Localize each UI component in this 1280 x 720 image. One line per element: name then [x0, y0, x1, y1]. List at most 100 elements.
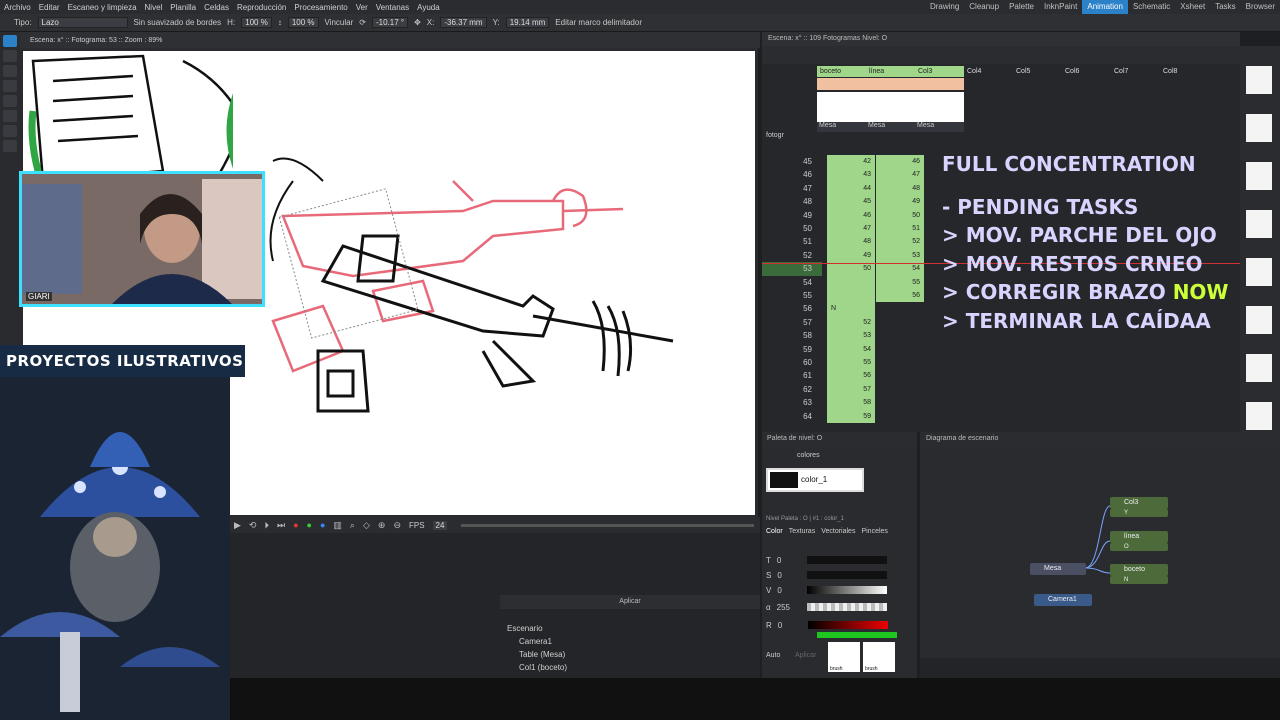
tree-item-table[interactable]: Table (Mesa)	[495, 648, 760, 661]
xsheet-cell[interactable]: 58	[827, 396, 875, 410]
brush-preset-1[interactable]: brush	[828, 642, 860, 672]
xsheet-cell[interactable]: 54	[876, 262, 924, 276]
tree-item-col1[interactable]: Col1 (boceto)	[495, 661, 760, 674]
level-thumbnail[interactable]	[1246, 306, 1272, 334]
frame-number[interactable]: 48	[762, 195, 822, 208]
brush-preset-2[interactable]: brush	[863, 642, 895, 672]
level-thumbnail[interactable]	[1246, 354, 1272, 382]
frame-number[interactable]: 58	[762, 329, 822, 342]
frame-number[interactable]: 61	[762, 369, 822, 382]
xsheet-cell[interactable]: 43	[827, 168, 875, 182]
frame-number[interactable]: 55	[762, 289, 822, 302]
eraser-tool-icon[interactable]	[3, 95, 17, 107]
xsheet-cell[interactable]: 50	[876, 208, 924, 222]
blue-channel-icon[interactable]: ●	[320, 520, 325, 530]
xsheet-column-header[interactable]: Col7	[1111, 66, 1160, 144]
fps-slider[interactable]	[461, 523, 754, 527]
channel-value[interactable]: 255	[777, 603, 801, 612]
xsheet-cell[interactable]: 55	[827, 356, 875, 370]
tree-item-camera[interactable]: Camera1	[495, 635, 760, 648]
xsheet-cell[interactable]: 47	[876, 168, 924, 182]
xsheet-cell[interactable]: 46	[876, 155, 924, 169]
menu-item[interactable]: Ventanas	[372, 3, 413, 12]
channel-value[interactable]: 0	[777, 571, 801, 580]
menu-item[interactable]: Reproducción	[233, 3, 290, 12]
xsheet-cell[interactable]: 49	[876, 195, 924, 209]
marker-icon[interactable]: ◇	[363, 520, 370, 531]
column-toggles[interactable]	[915, 78, 964, 90]
xsheet-column-header[interactable]: Col3 Mesa	[915, 66, 964, 144]
green-channel-icon[interactable]: ●	[307, 520, 312, 530]
xsheet-cell[interactable]: 48	[876, 181, 924, 196]
xsheet-cell[interactable]: 44	[827, 181, 875, 196]
loop-icon[interactable]: ⟲	[249, 520, 257, 531]
schematic-panel[interactable]: Col3 Y línea O boceto N Mesa Camera1	[920, 446, 1280, 658]
room-tab[interactable]: Animation	[1082, 0, 1128, 14]
brush-tool-icon[interactable]	[3, 50, 17, 62]
xsheet-cell[interactable]: 49	[827, 248, 875, 263]
v-scale-field[interactable]: 100 %	[287, 17, 319, 28]
xsheet-cell[interactable]: 45	[827, 195, 875, 209]
rotation-field[interactable]: -10.17 °	[371, 17, 409, 28]
xsheet-column-header[interactable]: Col5	[1013, 66, 1062, 144]
xsheet-column-header[interactable]: boceto Mesa	[817, 66, 866, 144]
next-frame-icon[interactable]: ⏵	[264, 520, 269, 531]
fps-field[interactable]: 24	[432, 520, 448, 530]
menu-item[interactable]: Ayuda	[413, 3, 444, 12]
xsheet-cell[interactable]: 56	[827, 369, 875, 383]
fill-tool-icon[interactable]	[3, 80, 17, 92]
xsheet-cell[interactable]: 48	[827, 235, 875, 249]
apply-button[interactable]: Aplicar	[500, 595, 760, 609]
column-toggles[interactable]	[866, 78, 915, 90]
style-chip[interactable]: color_1	[766, 468, 864, 492]
xsheet-cell[interactable]	[827, 275, 875, 289]
auto-toggle[interactable]: Auto	[766, 652, 780, 659]
frame-number[interactable]: 53	[762, 262, 822, 276]
channel-value[interactable]: 0	[778, 621, 802, 630]
zoom-icon[interactable]: ⌕	[350, 520, 355, 531]
menu-item[interactable]: Editar	[35, 3, 64, 12]
channel-slider[interactable]	[806, 603, 887, 611]
menu-item[interactable]: Celdas	[200, 3, 233, 12]
frame-number[interactable]: 56	[762, 302, 822, 315]
frame-number[interactable]: 64	[762, 410, 822, 423]
frame-number[interactable]: 52	[762, 249, 822, 262]
level-thumbnail[interactable]	[1246, 114, 1272, 142]
node-boceto[interactable]: boceto	[1110, 564, 1168, 576]
frame-number[interactable]: 63	[762, 396, 822, 409]
menu-item[interactable]: Planilla	[166, 3, 200, 12]
xsheet-cell[interactable]: 59	[827, 409, 875, 423]
no-smoothing-checkbox[interactable]: Sin suavizado de bordes	[134, 18, 222, 27]
room-tab[interactable]: Tasks	[1210, 0, 1240, 14]
h-scale-field[interactable]: 100 %	[241, 17, 272, 28]
xsheet-cell[interactable]: 53	[827, 329, 875, 343]
menu-item[interactable]: Archivo	[0, 3, 35, 12]
selection-tool-icon[interactable]	[3, 35, 17, 47]
green-slider[interactable]	[817, 632, 897, 638]
frame-number[interactable]: 47	[762, 182, 822, 195]
xsheet-cell[interactable]: 53	[876, 248, 924, 263]
channel-slider[interactable]	[807, 571, 888, 579]
tab-textures[interactable]: Texturas	[789, 528, 815, 535]
channel-slider[interactable]	[807, 621, 888, 629]
tab-color[interactable]: Color	[766, 528, 783, 535]
tab-brushes[interactable]: Pinceles	[861, 528, 887, 535]
node-linea[interactable]: línea	[1110, 531, 1168, 543]
channel-slider[interactable]	[806, 556, 887, 564]
play-icon[interactable]: ▶	[234, 520, 241, 531]
room-tab[interactable]: Schematic	[1128, 0, 1175, 14]
room-tab[interactable]: Browser	[1241, 0, 1280, 14]
menu-item[interactable]: Procesamiento	[290, 3, 351, 12]
last-frame-icon[interactable]: ⏭	[277, 520, 285, 531]
xsheet-cell[interactable]: 46	[827, 208, 875, 222]
channel-value[interactable]: 0	[777, 586, 801, 595]
frame-number[interactable]: 57	[762, 316, 822, 329]
xsheet-cell[interactable]: 54	[827, 342, 875, 356]
frame-number[interactable]: 46	[762, 168, 822, 181]
xsheet-cell[interactable]: 57	[827, 382, 875, 397]
node-mesa[interactable]: Mesa	[1030, 563, 1086, 575]
level-thumbnail[interactable]	[1246, 162, 1272, 190]
frame-number[interactable]: 60	[762, 356, 822, 369]
level-thumbnail[interactable]	[1246, 210, 1272, 238]
node-col3[interactable]: Col3	[1110, 497, 1168, 509]
